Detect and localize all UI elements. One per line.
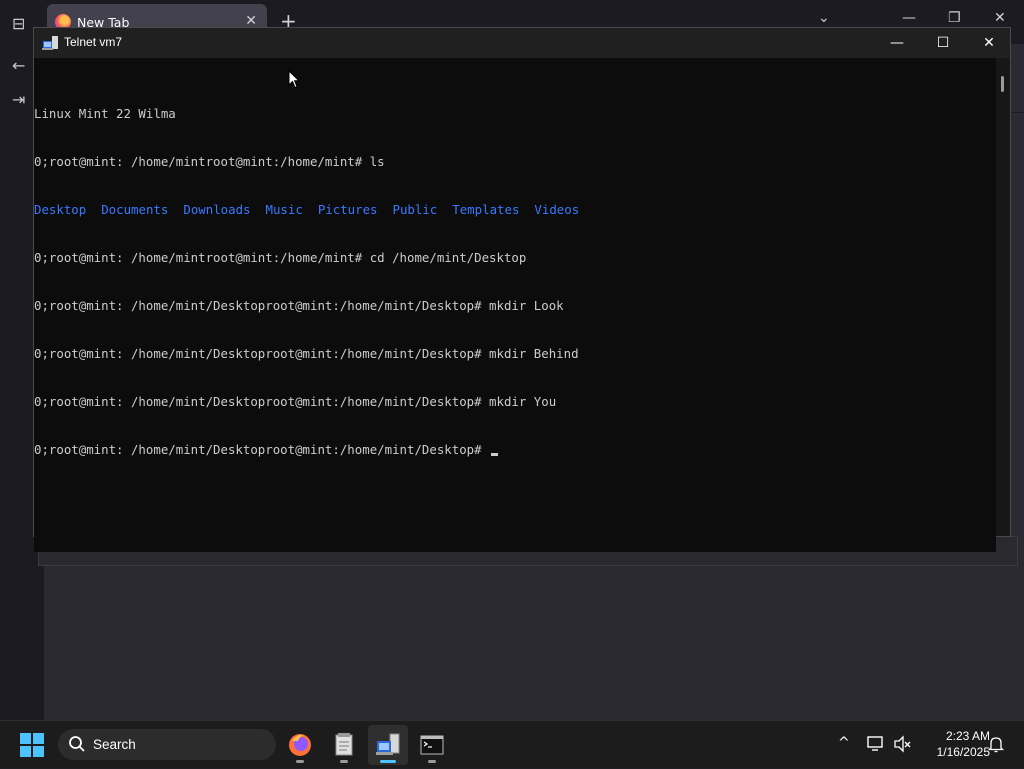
mouse-pointer-icon: [288, 70, 300, 89]
terminal-icon: [420, 735, 444, 755]
ls-item: Pictures: [317, 202, 378, 217]
firefox-icon: [289, 734, 311, 756]
terminal-scrollbar[interactable]: [996, 58, 1010, 536]
running-indicator: [340, 760, 348, 763]
system-clock[interactable]: 2:23 AM 1/16/2025: [918, 728, 990, 760]
browser-restore-button[interactable]: ❐: [948, 10, 961, 26]
telnet-icon: [376, 733, 400, 755]
minimize-button[interactable]: —: [874, 28, 920, 58]
windows-logo-tile: [33, 746, 44, 757]
windows-logo-tile: [33, 733, 44, 744]
notification-bell-icon[interactable]: [987, 735, 1005, 753]
terminal-output[interactable]: Linux Mint 22 Wilma 0;root@mint: /home/m…: [34, 58, 996, 552]
search-label: Search: [93, 737, 136, 752]
sign-in-icon[interactable]: ⇥: [12, 90, 25, 109]
ls-item: Templates: [452, 202, 520, 217]
ls-output-line: Desktop Documents Downloads Music Pictures Pu…: [34, 202, 996, 218]
chevron-up-icon[interactable]: ^: [838, 735, 850, 751]
terminal-line: Linux Mint 22 Wilma: [34, 106, 176, 121]
close-button[interactable]: ✕: [966, 28, 1012, 58]
ls-item: Videos: [534, 202, 580, 217]
taskbar-terminal[interactable]: [412, 725, 452, 765]
terminal-line: 0;root@mint: /home/mintroot@mint:/home/m…: [34, 250, 527, 265]
taskbar: Search ^ 2:23 AM 1/16/2025: [0, 720, 1024, 768]
telnet-app-icon: [42, 36, 58, 50]
running-indicator: [296, 760, 304, 763]
taskbar-notepad[interactable]: [324, 725, 364, 765]
clock-date: 1/16/2025: [936, 745, 990, 759]
browser-minimize-button[interactable]: —: [902, 10, 916, 26]
text-cursor: [491, 453, 499, 456]
taskbar-telnet[interactable]: [368, 725, 408, 765]
terminal-line: 0;root@mint: /home/mint/Desktoproot@mint…: [34, 346, 579, 361]
ls-item: Public: [392, 202, 438, 217]
terminal-line: 0;root@mint: /home/mint/Desktoproot@mint…: [34, 298, 564, 313]
ls-item: Music: [265, 202, 303, 217]
clock-time: 2:23 AM: [945, 729, 990, 743]
network-icon[interactable]: [866, 735, 886, 753]
prompt-line[interactable]: 0;root@mint: /home/mint/Desktoproot@mint…: [34, 442, 996, 458]
terminal-line: 0;root@mint: /home/mint/Desktoproot@mint…: [34, 394, 557, 409]
volume-muted-icon[interactable]: [893, 735, 913, 753]
window-title: Telnet vm7: [64, 35, 123, 49]
running-indicator: [428, 760, 436, 763]
back-arrow-icon[interactable]: ←: [12, 56, 25, 75]
ls-item: Downloads: [183, 202, 251, 217]
telnet-window[interactable]: Telnet vm7 — ☐ ✕ Linux Mint 22 Wilma 0;r…: [33, 27, 1011, 552]
telnet-titlebar[interactable]: Telnet vm7 — ☐ ✕: [34, 28, 1010, 58]
tab-manager-icon[interactable]: ⊟: [12, 14, 25, 33]
browser-close-button[interactable]: ✕: [994, 10, 1006, 26]
ls-item: Documents: [101, 202, 169, 217]
prompt-text: 0;root@mint: /home/mint/Desktoproot@mint…: [34, 442, 490, 457]
search-icon: [69, 736, 85, 752]
ls-item: Desktop: [34, 202, 87, 217]
start-button[interactable]: [20, 733, 44, 757]
scrollbar-thumb[interactable]: [1001, 76, 1004, 92]
active-indicator: [380, 760, 396, 763]
taskbar-firefox[interactable]: [280, 725, 320, 765]
windows-logo-icon: [20, 733, 31, 744]
list-all-tabs-button[interactable]: ⌄: [818, 10, 830, 26]
taskbar-search[interactable]: Search: [58, 729, 276, 760]
maximize-button[interactable]: ☐: [920, 28, 966, 58]
windows-logo-tile: [20, 746, 31, 757]
terminal-line: 0;root@mint: /home/mintroot@mint:/home/m…: [34, 154, 385, 169]
notepad-icon: [335, 733, 353, 756]
